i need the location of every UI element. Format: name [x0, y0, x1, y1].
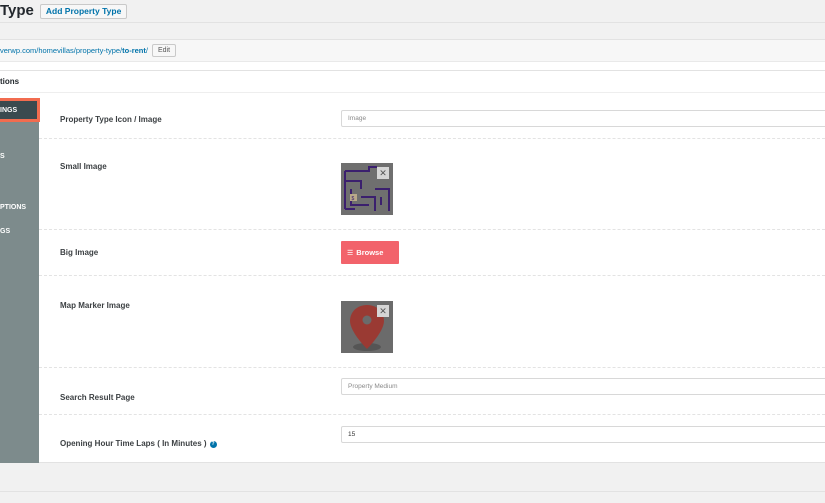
page-header: Type Add Property Type — [0, 0, 825, 22]
sidebar-item-label: S — [0, 153, 5, 160]
field-row-icon-image: Property Type Icon / Image Image — [39, 93, 825, 139]
help-icon[interactable]: ? — [209, 441, 217, 448]
divider — [0, 491, 825, 492]
edit-permalink-button[interactable]: Edit — [151, 44, 177, 57]
metabox-title: tions — [0, 77, 20, 86]
permalink-prefix: verwp.com/homevillas/property-type/ — [0, 46, 123, 55]
options-content: Property Type Icon / Image Image Small I… — [39, 93, 825, 463]
sidebar-item-label: INGS — [0, 105, 33, 117]
list-icon: ☰ — [347, 250, 354, 257]
property-options-metabox: tions INGS S PTIONS GS Property Type Ico… — [0, 71, 825, 463]
browse-label: Browse — [356, 248, 384, 257]
sidebar-item-label: PTIONS — [0, 204, 27, 211]
browse-button[interactable]: ☰ Browse — [341, 241, 399, 264]
divider — [0, 22, 825, 23]
sidebar-item-4[interactable]: GS — [0, 227, 10, 237]
field-label: Opening Hour Time Laps ( In Minutes )? — [60, 439, 217, 448]
sidebar-item-label: GS — [0, 228, 11, 235]
opening-hour-input[interactable]: 15 — [341, 426, 825, 443]
permalink-link[interactable]: verwp.com/homevillas/property-type/to-re… — [0, 46, 148, 55]
search-result-select[interactable]: Property Medium — [341, 378, 825, 395]
permalink-slug: to-rent — [122, 46, 146, 55]
map-marker-thumbnail[interactable]: ✕ — [341, 301, 393, 353]
field-label: Map Marker Image — [60, 301, 130, 310]
permalink-trailing: / — [145, 46, 148, 55]
svg-text:$: $ — [352, 196, 355, 202]
sidebar-item-2[interactable]: S — [0, 152, 5, 162]
field-row-map-marker: Map Marker Image ✕ — [39, 276, 825, 368]
icon-image-select[interactable]: Image — [341, 110, 825, 127]
metabox-header: tions — [0, 71, 825, 93]
options-sidebar: INGS S PTIONS GS — [0, 98, 40, 463]
small-image-thumbnail[interactable]: $ ✕ — [341, 163, 393, 215]
field-row-opening-hour: Opening Hour Time Laps ( In Minutes )? 1… — [39, 415, 825, 463]
field-label: Search Result Page — [60, 393, 135, 402]
opening-hour-label: Opening Hour Time Laps ( In Minutes ) — [60, 439, 207, 448]
field-label: Big Image — [60, 248, 99, 257]
remove-small-image-button[interactable]: ✕ — [377, 167, 389, 179]
sidebar-item-settings[interactable]: INGS — [0, 98, 40, 122]
add-property-type-button[interactable]: Add Property Type — [39, 3, 128, 19]
permalink-bar: verwp.com/homevillas/property-type/to-re… — [0, 40, 825, 62]
page-title: Type — [0, 2, 34, 19]
field-row-search-result: Search Result Page Property Medium — [39, 368, 825, 415]
field-row-small-image: Small Image $ ✕ — [39, 139, 825, 230]
permalink-box: verwp.com/homevillas/property-type/to-re… — [0, 39, 825, 71]
remove-map-marker-button[interactable]: ✕ — [377, 305, 389, 317]
field-label: Property Type Icon / Image — [60, 115, 162, 124]
field-label: Small Image — [60, 162, 107, 171]
field-row-big-image: Big Image ☰ Browse — [39, 230, 825, 276]
sidebar-item-options[interactable]: PTIONS — [0, 203, 26, 213]
